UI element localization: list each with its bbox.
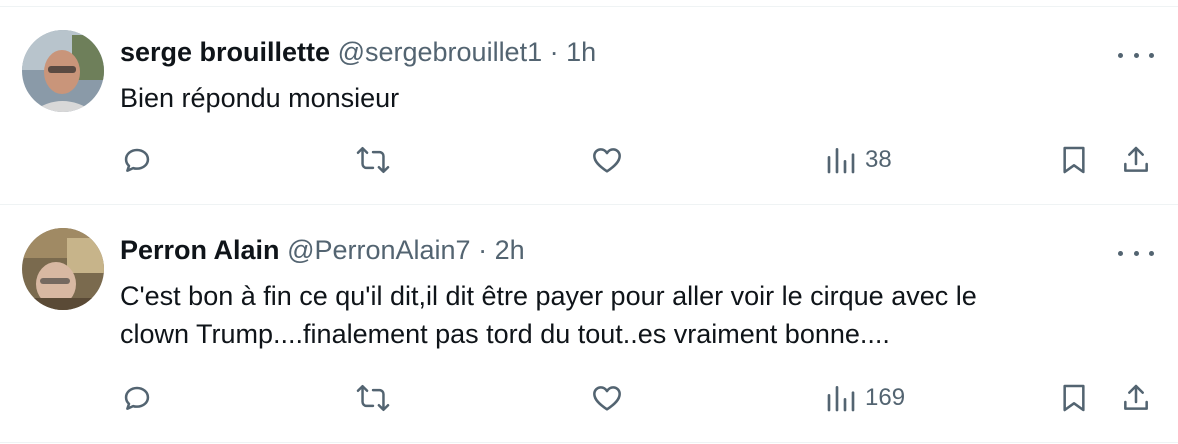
reply-button[interactable]: [121, 382, 153, 414]
tweet-text: Bien répondu monsieur: [120, 79, 1140, 117]
bookmark-icon: [1063, 146, 1085, 174]
heart-icon: [593, 148, 621, 173]
separator: ·: [478, 235, 488, 265]
bookmark-button[interactable]: [1058, 144, 1090, 176]
retweet-button[interactable]: [356, 382, 390, 414]
timestamp[interactable]: 2h: [495, 235, 525, 265]
user-handle[interactable]: @sergebrouillet1: [338, 37, 543, 67]
display-name[interactable]: Perron Alain: [120, 235, 280, 265]
retweet-icon: [356, 146, 390, 174]
share-icon: [1124, 384, 1148, 410]
tweet-text-line: C'est bon à fin ce qu'il dit,il dit être…: [120, 281, 977, 311]
views-button[interactable]: 38: [825, 144, 892, 176]
bookmark-icon: [1063, 384, 1085, 412]
heart-icon: [593, 386, 621, 411]
share-button[interactable]: [1120, 382, 1152, 414]
timestamp[interactable]: 1h: [566, 37, 596, 67]
more-icon[interactable]: [1118, 45, 1154, 65]
retweet-icon: [356, 384, 390, 412]
tweet-text-line: clown Trump....finalement pas tord du to…: [120, 319, 890, 349]
like-button[interactable]: [590, 382, 624, 414]
tweet[interactable]: serge brouillette @sergebrouillet1 · 1h …: [0, 7, 1178, 204]
views-chart-icon: [827, 148, 855, 174]
avatar[interactable]: [22, 228, 104, 310]
reply-icon: [124, 386, 150, 410]
tweet-text: C'est bon à fin ce qu'il dit,il dit être…: [120, 277, 1140, 353]
bottom-divider: [0, 442, 1178, 443]
retweet-button[interactable]: [356, 144, 390, 176]
views-count: 169: [865, 384, 906, 411]
tweet-text-line: Bien répondu monsieur: [120, 83, 400, 113]
separator: ·: [549, 37, 559, 67]
display-name[interactable]: serge brouillette: [120, 37, 330, 67]
more-icon[interactable]: [1118, 243, 1154, 263]
action-bar: 38: [0, 140, 1178, 180]
reply-icon: [124, 148, 150, 172]
action-bar: 169: [0, 379, 1178, 419]
user-handle[interactable]: @PerronAlain7: [287, 235, 471, 265]
bookmark-button[interactable]: [1058, 382, 1090, 414]
share-icon: [1124, 146, 1148, 172]
views-count: 38: [865, 146, 892, 173]
reply-button[interactable]: [121, 144, 153, 176]
tweet[interactable]: Perron Alain @PerronAlain7 · 2h C'est bo…: [0, 205, 1178, 443]
share-button[interactable]: [1120, 144, 1152, 176]
tweet-header: Perron Alain @PerronAlain7 · 2h: [120, 234, 525, 266]
views-button[interactable]: 169: [825, 382, 905, 414]
tweet-header: serge brouillette @sergebrouillet1 · 1h: [120, 36, 596, 68]
avatar[interactable]: [22, 30, 104, 112]
views-chart-icon: [827, 386, 855, 412]
like-button[interactable]: [590, 144, 624, 176]
